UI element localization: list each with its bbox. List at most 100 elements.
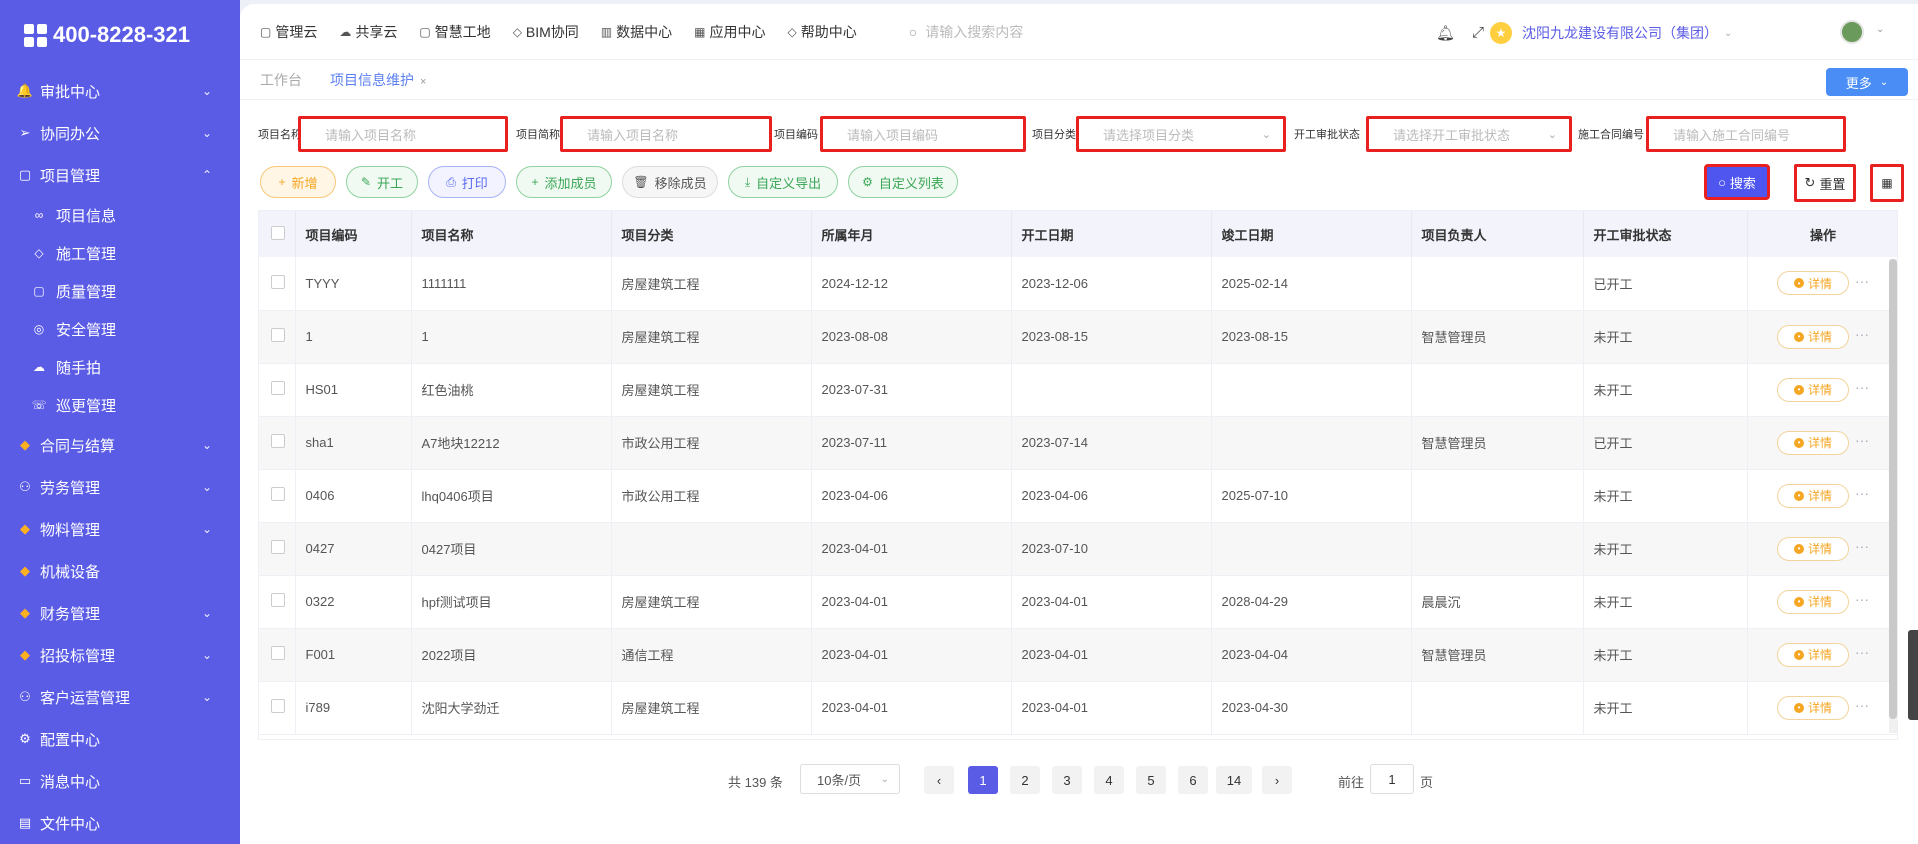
sidebar-item[interactable]: ◆ 物料管理 ⌄ [0, 508, 240, 550]
col-header[interactable]: 开工日期 [1011, 211, 1212, 257]
topnav-item[interactable]: ◇ BIM协同 [513, 22, 579, 42]
sidebar-subitem[interactable]: ∞ 项目信息 [0, 196, 240, 234]
chevron-down-icon[interactable]: ⌄ [1876, 24, 1884, 35]
table-scrollbar[interactable] [1889, 259, 1897, 733]
sidebar-subitem[interactable]: ◇ 施工管理 [0, 234, 240, 272]
row-select-cell[interactable] [259, 575, 296, 629]
col-header[interactable]: 项目编码 [295, 211, 412, 257]
next-page-button[interactable]: › [1262, 766, 1292, 794]
sidebar-item[interactable]: ▭ 消息中心 [0, 760, 240, 802]
company-switcher[interactable]: ★ 沈阳九龙建设有限公司（集团） ⌄ [1490, 22, 1732, 44]
table-row[interactable]: i789 沈阳大学劲迁 房屋建筑工程 2023-04-01 2023-04-01 2023… [259, 681, 1897, 735]
sidebar-item[interactable]: ◆ 财务管理 ⌄ [0, 592, 240, 634]
topnav-item[interactable]: ▦ 应用中心 [694, 22, 765, 42]
sidebar-item[interactable]: 🔔 审批中心 ⌄ [0, 70, 240, 112]
sidebar-subitem[interactable]: ◎ 安全管理 [0, 310, 240, 348]
sidebar-item[interactable]: ⚙ 配置中心 [0, 718, 240, 760]
table-row[interactable]: 0406 lhq0406项目 市政公用工程 2023-04-06 2023-04-06 2… [259, 469, 1897, 523]
col-header[interactable]: 项目名称 [411, 211, 612, 257]
sidebar-subitem[interactable]: ▢ 质量管理 [0, 272, 240, 310]
topnav-item[interactable]: ☁ 共享云 [339, 22, 397, 42]
more-dots-icon[interactable]: ··· [1855, 591, 1869, 607]
row-select-cell[interactable] [259, 416, 296, 470]
more-dots-icon[interactable]: ··· [1855, 273, 1869, 289]
contract-number-input[interactable]: 请输入施工合同编号 [1646, 116, 1846, 152]
custom-export-button[interactable]: ⤓ 自定义导出 [728, 166, 838, 198]
page-button[interactable]: 3 [1052, 766, 1082, 794]
detail-button[interactable]: • 详情 [1777, 589, 1849, 614]
table-row[interactable]: TYYY 1111111 房屋建筑工程 2024-12-12 2023-12-06 202… [259, 257, 1897, 311]
detail-button[interactable]: • 详情 [1777, 377, 1849, 402]
bell-icon[interactable]: 🔔︎ [1436, 24, 1455, 42]
page-button[interactable]: 6 [1178, 766, 1208, 794]
topnav-item[interactable]: ▥ 数据中心 [601, 22, 672, 42]
tab-project-info[interactable]: 项目信息维护 × [330, 70, 426, 90]
detail-button[interactable]: • 详情 [1777, 695, 1849, 720]
row-checkbox[interactable] [271, 434, 285, 448]
sidebar-item[interactable]: ▢ 项目管理 ⌃ [0, 154, 240, 196]
row-select-cell[interactable] [259, 363, 296, 417]
row-select-cell[interactable] [259, 628, 296, 682]
approval-status-select[interactable]: 请选择开工审批状态 ⌄ [1366, 116, 1572, 152]
row-checkbox[interactable] [271, 487, 285, 501]
topnav-item[interactable]: ▢ 智慧工地 [419, 22, 490, 42]
more-dots-icon[interactable]: ··· [1855, 538, 1869, 554]
custom-list-button[interactable]: ⚙ 自定义列表 [848, 166, 958, 198]
row-checkbox[interactable] [271, 274, 285, 289]
more-dots-icon[interactable]: ··· [1855, 432, 1869, 448]
grid-icon[interactable]: ▦ [1870, 164, 1904, 202]
page-button[interactable]: 14 [1216, 766, 1252, 794]
more-dots-icon[interactable]: ··· [1855, 644, 1869, 660]
topnav-item[interactable]: ▢ 管理云 [260, 22, 317, 42]
tab-workbench[interactable]: 工作台 [260, 70, 302, 90]
window-scrollbar[interactable] [1908, 630, 1918, 720]
reset-button[interactable]: ↻ 重置 [1794, 164, 1856, 202]
more-dots-icon[interactable]: ··· [1855, 485, 1869, 501]
fullscreen-icon[interactable]: ⤢ [1472, 24, 1484, 41]
project-category-select[interactable]: 请选择项目分类 ⌄ [1076, 116, 1286, 152]
select-all-cell[interactable] [259, 211, 296, 257]
add-member-button[interactable]: + 添加成员 [516, 166, 612, 198]
detail-button[interactable]: • 详情 [1777, 536, 1849, 561]
detail-button[interactable]: • 详情 [1777, 642, 1849, 667]
select-all-checkbox[interactable] [271, 225, 285, 240]
col-header[interactable]: 项目负责人 [1411, 211, 1584, 257]
more-dots-icon[interactable]: ··· [1855, 697, 1869, 713]
start-button[interactable]: ✎ 开工 [346, 166, 418, 198]
row-checkbox[interactable] [271, 699, 285, 713]
sidebar-subitem[interactable]: ☁ 随手拍 [0, 348, 240, 386]
more-dots-icon[interactable]: ··· [1855, 379, 1869, 395]
row-select-cell[interactable] [259, 522, 296, 576]
sidebar-item[interactable]: ▤ 文件中心 [0, 802, 240, 844]
more-button[interactable]: 更多 ⌄ [1826, 68, 1908, 96]
project-name-input[interactable]: 请输入项目名称 [298, 116, 508, 152]
table-row[interactable]: sha1 A7地块12212 市政公用工程 2023-07-11 2023-07-14 智… [259, 416, 1897, 470]
page-button[interactable]: 4 [1094, 766, 1124, 794]
row-checkbox[interactable] [271, 646, 285, 660]
row-checkbox[interactable] [271, 328, 285, 342]
row-checkbox[interactable] [271, 540, 285, 554]
search-button[interactable]: ○ 搜索 [1704, 164, 1770, 200]
sidebar-item[interactable]: ⚇ 客户运营管理 ⌄ [0, 676, 240, 718]
col-header[interactable]: 开工审批状态 [1583, 211, 1748, 257]
prev-page-button[interactable]: ‹ [924, 766, 954, 794]
detail-button[interactable]: • 详情 [1777, 271, 1849, 296]
project-short-input[interactable]: 请输入项目名称 [560, 116, 772, 152]
add-button[interactable]: + 新增 [260, 166, 336, 198]
row-select-cell[interactable] [259, 469, 296, 523]
table-row[interactable]: 1 1 房屋建筑工程 2023-08-08 2023-08-15 2023-08-15 智慧… [259, 310, 1897, 364]
sidebar-item[interactable]: ⚇ 劳务管理 ⌄ [0, 466, 240, 508]
detail-button[interactable]: • 详情 [1777, 483, 1849, 508]
remove-member-button[interactable]: 🗑︎ 移除成员 [622, 166, 718, 198]
avatar[interactable] [1840, 20, 1864, 44]
topnav-item[interactable]: ◇ 帮助中心 [788, 22, 857, 42]
page-button[interactable]: 2 [1010, 766, 1040, 794]
col-header[interactable]: 竣工日期 [1211, 211, 1412, 257]
close-icon[interactable]: × [420, 76, 426, 88]
table-row[interactable]: F001 2022项目 通信工程 2023-04-01 2023-04-01 2023-0… [259, 628, 1897, 682]
page-size-select[interactable]: 10条/页 ⌄ [800, 764, 900, 794]
sidebar-item[interactable]: ◆ 招投标管理 ⌄ [0, 634, 240, 676]
global-search[interactable]: ○ 请输入搜索内容 [909, 22, 1209, 42]
table-row[interactable]: 0322 hpf测试项目 房屋建筑工程 2023-04-01 2023-04-01 202… [259, 575, 1897, 629]
sidebar-item[interactable]: ◆ 机械设备 [0, 550, 240, 592]
